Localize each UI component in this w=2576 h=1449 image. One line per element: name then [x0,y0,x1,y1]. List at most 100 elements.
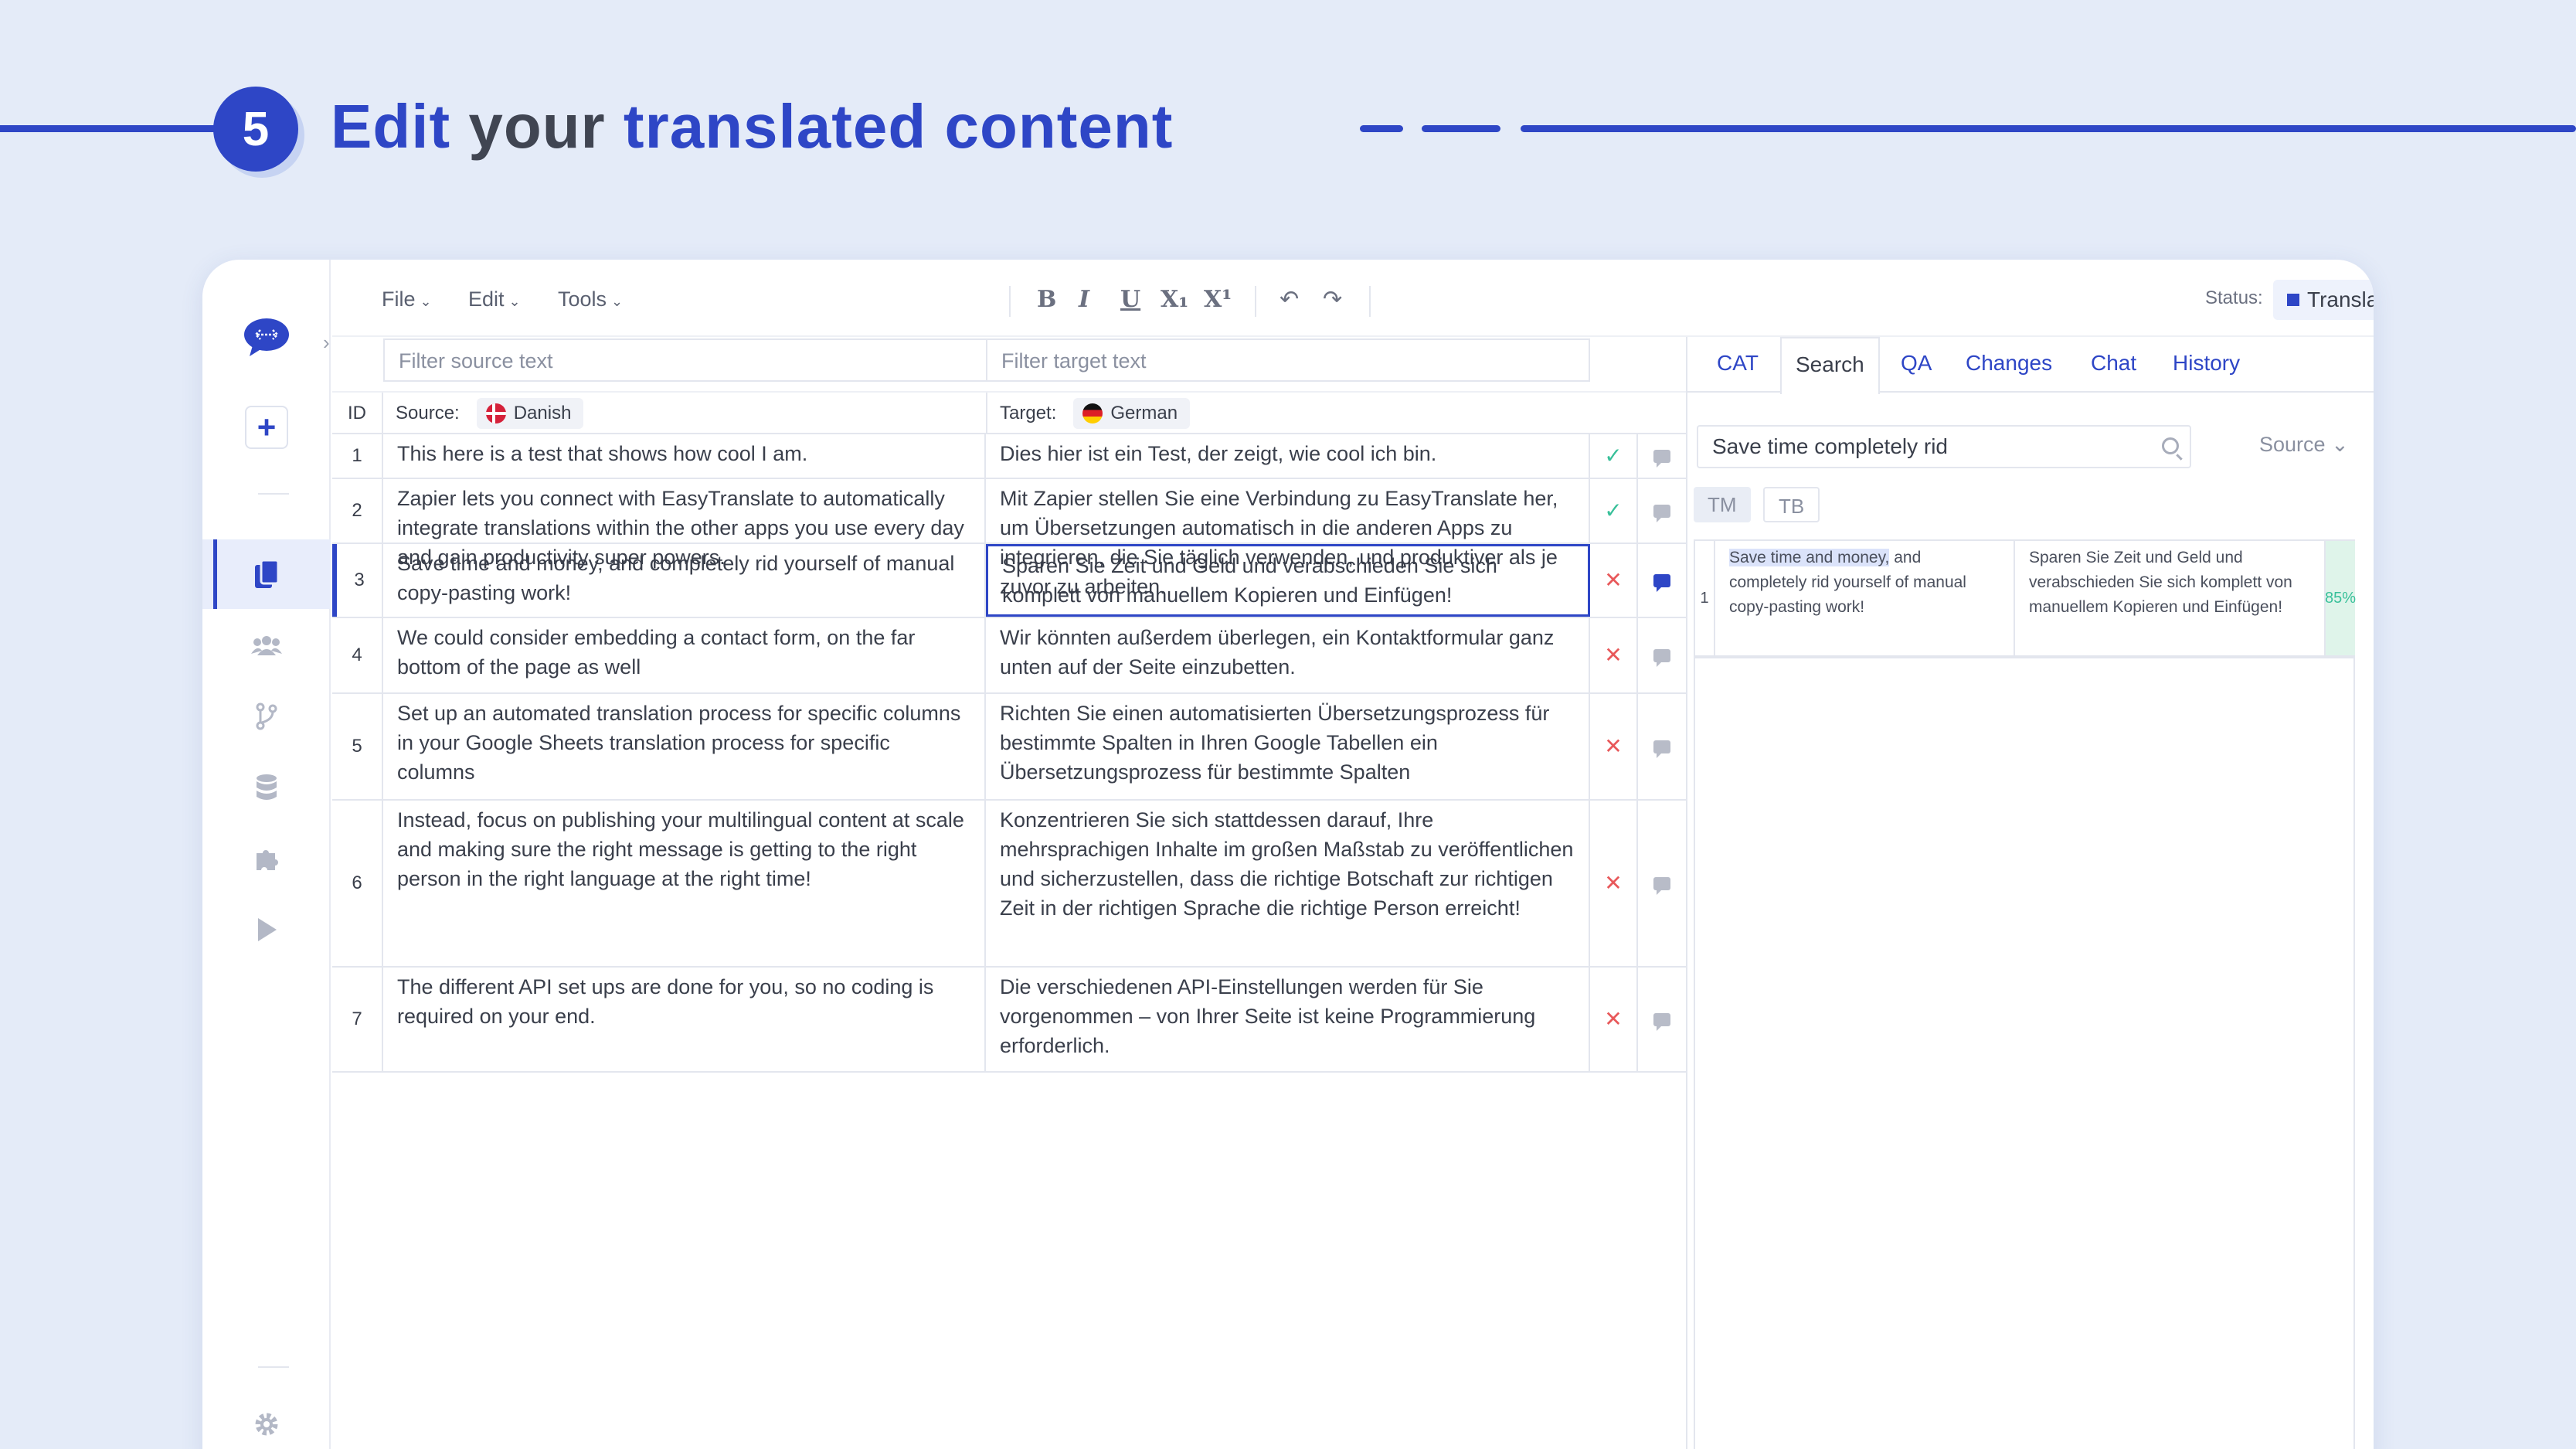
row-target[interactable]: Konzentrieren Sie sich stattdessen darau… [986,801,1590,966]
rail-settings[interactable] [202,1389,331,1449]
chevron-right-icon[interactable]: › [323,331,330,355]
banner-dash-2 [1422,125,1500,132]
target-language: German [1110,403,1178,423]
comment-button[interactable] [1638,618,1686,692]
col-target: Target: German [1000,393,1191,434]
filter-target-input[interactable]: Filter target text [986,338,1590,382]
bold-button[interactable]: B [1037,286,1056,313]
underline-button[interactable]: U [1120,286,1140,313]
chevron-down-icon: ⌄ [420,294,432,309]
check-icon[interactable]: ✓ [1590,434,1638,478]
menu-file[interactable]: File ⌄ [382,287,432,311]
row-target[interactable]: Die verschiedenen API-Einstellungen werd… [986,968,1590,1071]
match-source: Save time and money, and completely rid … [1715,541,2015,655]
toggle-tm[interactable]: TM [1694,487,1751,522]
target-language-chip[interactable]: German [1073,398,1191,429]
menu-tools[interactable]: Tools ⌄ [558,287,623,311]
tab-cat[interactable]: CAT [1717,351,1759,376]
row-source: We could consider embedding a contact fo… [383,618,986,692]
filter-source-input[interactable]: Filter source text [383,338,987,382]
superscript-button[interactable]: X¹ [1204,286,1232,313]
rail-play[interactable] [202,895,331,964]
tab-qa[interactable]: QA [1901,351,1932,376]
rail-documents[interactable] [202,539,331,609]
panel-divider [1694,657,2355,658]
right-panel: CAT Search QA Changes Chat History Save … [1686,337,2374,1449]
source-language-chip[interactable]: Danish [476,398,584,429]
toolbar-divider [1009,286,1011,317]
chevron-down-icon: ⌄ [2331,433,2349,456]
new-project-button[interactable]: + [202,393,331,462]
table-row-selected[interactable]: 3 Save time and money, and completely ri… [332,544,1686,618]
row-source: This here is a test that shows how cool … [383,434,986,478]
row-id: 1 [332,434,383,478]
col-source-label: Source: [396,403,460,423]
row-target[interactable]: Mit Zapier stellen Sie eine Verbindung z… [986,479,1590,598]
check-icon[interactable]: ✓ [1590,479,1638,543]
cross-icon[interactable]: ✕ [1590,968,1638,1071]
banner-title-part1: Edit [331,92,451,161]
rail-database[interactable] [202,753,331,822]
undo-button[interactable]: ↶ [1280,286,1299,313]
italic-button[interactable]: I [1079,286,1089,313]
comment-button[interactable] [1638,968,1686,1071]
table-row[interactable]: 2 Zapier lets you connect with EasyTrans… [332,479,1686,598]
source-dropdown[interactable]: Source ⌄ [2259,433,2349,457]
table-row[interactable]: 6 Instead, focus on publishing your mult… [332,801,1686,968]
comment-button[interactable] [1638,801,1686,966]
comment-button[interactable] [1638,544,1686,617]
tab-changes[interactable]: Changes [1966,351,2052,376]
rail-team[interactable] [202,611,331,680]
subscript-button[interactable]: X₁ [1161,286,1188,313]
row-id: 3 [332,544,383,617]
menu-edit-label: Edit [468,287,505,311]
chevron-down-icon: ⌄ [508,294,521,309]
tab-chat[interactable]: Chat [2091,351,2136,376]
comment-icon [1653,449,1670,468]
left-rail: + [202,260,331,1449]
toggle-tb[interactable]: TB [1763,487,1820,522]
chat-logo-icon [244,318,289,356]
source-dropdown-label: Source [2259,433,2326,456]
tm-match-row[interactable]: 1 Save time and money, and completely ri… [1694,539,2356,657]
row-target[interactable]: Richten Sie einen automatisierten Überse… [986,694,1590,799]
tab-history[interactable]: History [2173,351,2240,376]
match-source-highlight: Save time and money, [1729,549,1890,566]
menu-tools-label: Tools [558,287,607,311]
search-icon[interactable] [2162,437,2179,454]
comment-button[interactable] [1638,479,1686,543]
table-row[interactable]: 4 We could consider embedding a contact … [332,618,1686,694]
denmark-flag-icon [485,403,506,423]
rail-integrations[interactable] [202,824,331,893]
redo-button[interactable]: ↷ [1323,286,1342,313]
row-target[interactable]: Wir könnten außerdem überlegen, ein Kont… [986,618,1590,692]
banner-title-part3: translated content [623,92,1174,161]
app-logo[interactable] [202,303,331,372]
rail-workflows[interactable] [202,682,331,751]
menu-edit[interactable]: Edit ⌄ [468,287,521,311]
row-target-editor[interactable]: Sparen Sie Zeit und Geld und verabschied… [986,544,1590,617]
cross-icon[interactable]: ✕ [1590,694,1638,799]
row-source: The different API set ups are done for y… [383,968,986,1071]
table-row[interactable]: 7 The different API set ups are done for… [332,968,1686,1073]
comment-button[interactable] [1638,694,1686,799]
cross-icon[interactable]: ✕ [1590,801,1638,966]
users-icon [251,636,282,655]
cross-icon[interactable]: ✕ [1590,618,1638,692]
tab-search[interactable]: Search [1780,337,1880,394]
table-row[interactable]: 5 Set up an automated translation proces… [332,694,1686,801]
tm-search-value: Save time completely rid [1712,434,1949,458]
tm-search-input[interactable]: Save time completely rid [1697,425,2191,468]
cross-icon[interactable]: ✕ [1590,544,1638,617]
rail-divider-bottom [258,1366,289,1368]
status-dropdown[interactable]: Translated [2273,280,2374,320]
table-row[interactable]: 1 This here is a test that shows how coo… [332,434,1686,479]
row-id: 6 [332,801,383,966]
banner-dash-1 [1360,125,1403,132]
banner-title-part2: your [468,92,606,161]
gear-icon [255,1413,278,1436]
comment-icon [1653,876,1670,895]
row-target[interactable]: Dies hier ist ein Test, der zeigt, wie c… [986,434,1590,478]
comment-button[interactable] [1638,434,1686,478]
status-color-square [2287,294,2299,306]
